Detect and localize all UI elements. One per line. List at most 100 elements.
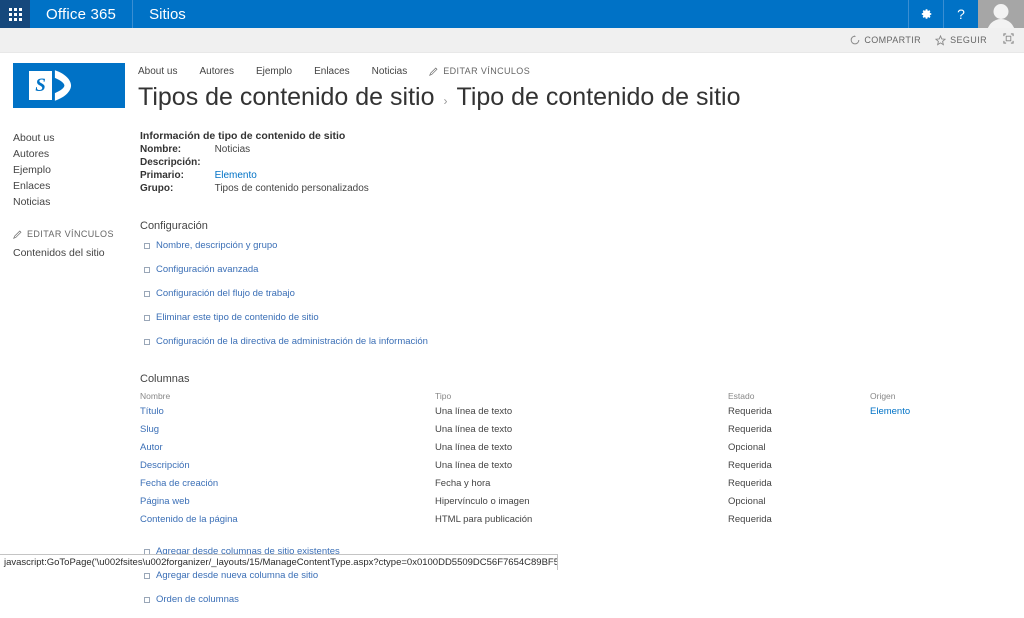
settings-link-delete-content-type[interactable]: Eliminar este tipo de contenido de sitio	[140, 312, 1024, 323]
sidebar-item-about-us[interactable]: About us	[13, 130, 130, 146]
page-title[interactable]: Tipos de contenido de sitio	[138, 83, 434, 112]
app-launcher-button[interactable]	[0, 0, 30, 28]
info-value-descripcion	[215, 157, 369, 170]
cell-nombre: Título	[140, 406, 435, 424]
settings-heading: Configuración	[140, 220, 1024, 232]
info-label-nombre: Nombre:	[140, 144, 215, 157]
cell-nombre: Slug	[140, 424, 435, 442]
sidebar-item-ejemplo[interactable]: Ejemplo	[13, 162, 130, 178]
column-link-titulo[interactable]: Título	[140, 406, 164, 417]
info-row-nombre: Nombre: Noticias	[140, 144, 369, 157]
table-row: Fecha de creación Fecha y hora Requerida	[140, 478, 1020, 496]
help-icon: ?	[957, 7, 965, 21]
bullet-icon	[144, 339, 150, 345]
cell-origen	[870, 460, 1020, 478]
user-avatar[interactable]	[978, 0, 1024, 28]
top-navigation: About us Autores Ejemplo Enlaces Noticia…	[138, 63, 1024, 79]
table-row: Slug Una línea de texto Requerida	[140, 424, 1020, 442]
cell-origen	[870, 514, 1020, 532]
sharepoint-logo[interactable]: S	[13, 63, 125, 108]
browser-status-bar: javascript:GoToPage('\u002fsites\u002for…	[0, 554, 558, 570]
column-link-slug[interactable]: Slug	[140, 424, 159, 435]
topnav-item-autores[interactable]: Autores	[199, 66, 233, 77]
cell-origen	[870, 424, 1020, 442]
settings-link-label: Eliminar este tipo de contenido de sitio	[156, 312, 319, 323]
column-link-fecha-de-creacion[interactable]: Fecha de creación	[140, 478, 218, 489]
bullet-icon	[144, 243, 150, 249]
bullet-icon	[144, 267, 150, 273]
cell-nombre: Descripción	[140, 460, 435, 478]
sharepoint-logo-arc-icon	[53, 69, 72, 102]
sidebar-edit-links-label: EDITAR VÍNCULOS	[27, 229, 114, 239]
topnav-edit-links-label: EDITAR VÍNCULOS	[443, 66, 530, 76]
follow-button[interactable]: SEGUIR	[935, 35, 987, 46]
settings-link-label: Configuración de la directiva de adminis…	[156, 336, 428, 347]
pencil-icon	[13, 230, 22, 239]
help-button[interactable]: ?	[943, 0, 978, 28]
cell-tipo: Una línea de texto	[435, 460, 728, 478]
suite-bar: Office 365 Sitios ?	[0, 0, 1024, 28]
table-row: Autor Una línea de texto Opcional	[140, 442, 1020, 460]
cell-origen	[870, 442, 1020, 460]
sidebar-item-site-contents[interactable]: Contenidos del sitio	[13, 245, 130, 261]
topnav-item-noticias[interactable]: Noticias	[372, 66, 408, 77]
parent-content-type-link[interactable]: Elemento	[215, 170, 257, 181]
cell-estado: Opcional	[728, 496, 870, 514]
action-column-order[interactable]: Orden de columnas	[140, 594, 1024, 605]
sidebar-edit-links-button[interactable]: EDITAR VÍNCULOS	[13, 229, 130, 239]
topnav-item-ejemplo[interactable]: Ejemplo	[256, 66, 292, 77]
columns-header-row: Nombre Tipo Estado Origen	[140, 391, 1020, 406]
focus-on-content-icon	[1003, 33, 1014, 44]
column-link-descripcion[interactable]: Descripción	[140, 460, 190, 471]
suite-app-link[interactable]: Sitios	[133, 0, 202, 28]
columns-heading: Columnas	[140, 373, 1024, 385]
cell-estado: Requerida	[728, 424, 870, 442]
settings-link-label: Configuración avanzada	[156, 264, 258, 275]
origin-link-elemento[interactable]: Elemento	[870, 406, 910, 417]
settings-link-workflow-settings[interactable]: Configuración del flujo de trabajo	[140, 288, 1024, 299]
bullet-icon	[144, 573, 150, 579]
cell-estado: Requerida	[728, 478, 870, 496]
focus-on-content-button[interactable]	[1003, 31, 1014, 49]
column-link-autor[interactable]: Autor	[140, 442, 163, 453]
settings-button[interactable]	[908, 0, 943, 28]
cell-tipo: Hipervínculo o imagen	[435, 496, 728, 514]
content-type-info-table: Nombre: Noticias Descripción: Primario: …	[140, 144, 369, 196]
table-row: Página web Hipervínculo o imagen Opciona…	[140, 496, 1020, 514]
settings-link-name-description-group[interactable]: Nombre, descripción y grupo	[140, 240, 1024, 251]
sidebar-item-noticias[interactable]: Noticias	[13, 194, 130, 210]
sidebar-item-autores[interactable]: Autores	[13, 146, 130, 162]
workspace: About us Autores Ejemplo Enlaces Noticia…	[0, 130, 1024, 618]
content-type-info-heading: Información de tipo de contenido de siti…	[140, 130, 1024, 142]
cell-estado: Requerida	[728, 406, 870, 424]
table-row: Contenido de la página HTML para publica…	[140, 514, 1020, 532]
cell-estado: Requerida	[728, 514, 870, 532]
settings-link-information-management-policy[interactable]: Configuración de la directiva de adminis…	[140, 336, 1024, 347]
quick-launch-navigation: About us Autores Ejemplo Enlaces Noticia…	[0, 130, 130, 618]
action-label: Agregar desde nueva columna de sitio	[156, 570, 318, 581]
topnav-item-about-us[interactable]: About us	[138, 66, 177, 77]
bullet-icon	[144, 315, 150, 321]
columns-table-body: Título Una línea de texto Requerida Elem…	[140, 406, 1020, 532]
sidebar-item-enlaces[interactable]: Enlaces	[13, 178, 130, 194]
main-content: Información de tipo de contenido de siti…	[130, 130, 1024, 618]
settings-link-advanced-settings[interactable]: Configuración avanzada	[140, 264, 1024, 275]
topnav-item-enlaces[interactable]: Enlaces	[314, 66, 350, 77]
avatar-body-shape	[987, 19, 1015, 28]
share-button[interactable]: COMPARTIR	[850, 35, 921, 45]
cell-tipo: Una línea de texto	[435, 442, 728, 460]
topnav-edit-links-button[interactable]: EDITAR VÍNCULOS	[429, 66, 530, 76]
settings-link-label: Nombre, descripción y grupo	[156, 240, 277, 251]
office365-brand-label: Office 365	[46, 6, 116, 23]
cell-origen	[870, 478, 1020, 496]
info-row-grupo: Grupo: Tipos de contenido personalizados	[140, 183, 369, 196]
column-link-pagina-web[interactable]: Página web	[140, 496, 190, 507]
column-link-contenido-de-la-pagina[interactable]: Contenido de la página	[140, 514, 238, 525]
info-value-nombre: Noticias	[215, 144, 369, 157]
cell-origen	[870, 496, 1020, 514]
office365-brand-link[interactable]: Office 365	[30, 0, 133, 28]
gear-icon	[919, 7, 933, 21]
cell-nombre: Página web	[140, 496, 435, 514]
bullet-icon	[144, 597, 150, 603]
action-add-from-new-site-column[interactable]: Agregar desde nueva columna de sitio	[140, 570, 1024, 581]
